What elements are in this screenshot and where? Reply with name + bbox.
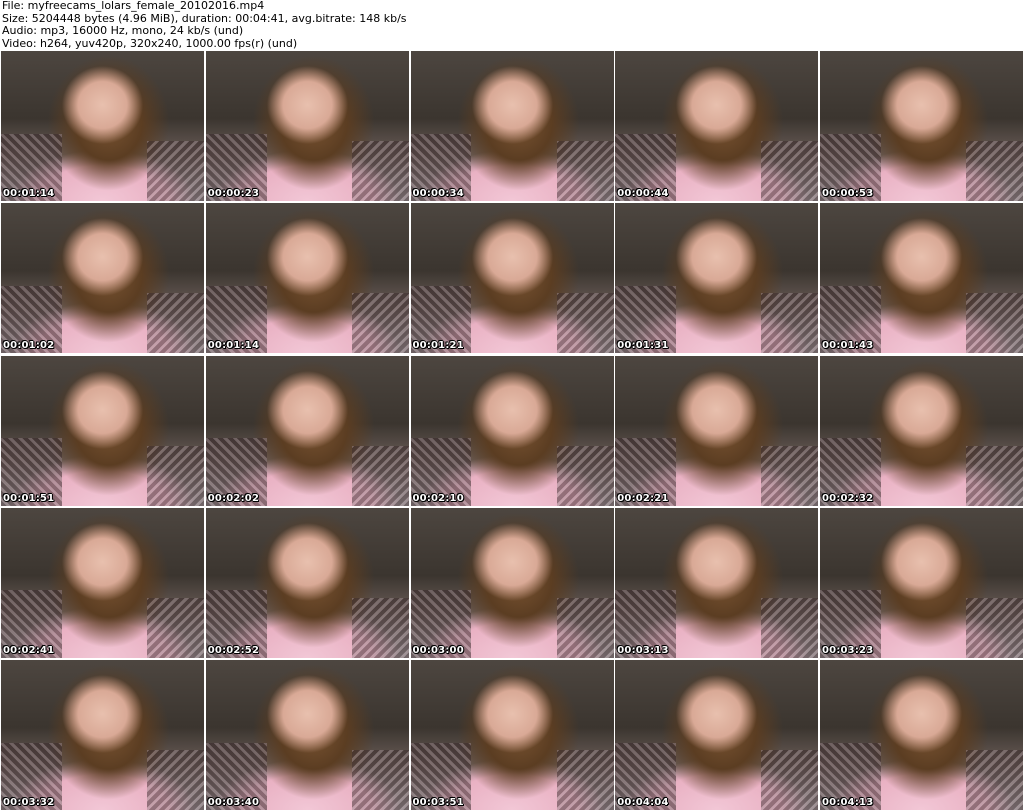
frame-timestamp: 00:00:44 [617,188,669,199]
thumbnail-frame: 00:03:00 [410,507,614,658]
video-info-header: File: myfreecams_lolars_female_20102016.… [2,0,1022,50]
frame-timestamp: 00:00:53 [822,188,874,199]
frame-timestamp: 00:01:43 [822,340,874,352]
video-info-line: Video: h264, yuv420p, 320x240, 1000.00 f… [2,36,298,50]
frame-timestamp: 00:02:10 [412,492,464,504]
thumbnail-frame: 00:01:14 [1,51,204,201]
frame-timestamp: 00:04:04 [617,797,669,808]
thumbnail-frame: 00:03:51 [410,660,614,810]
frame-timestamp: 00:01:14 [207,340,260,352]
frame-timestamp: 00:03:32 [3,797,55,808]
frame-timestamp: 00:01:14 [3,188,55,199]
thumbnail-frame: 00:02:41 [1,507,204,658]
thumbnail-frame: 00:00:44 [615,51,819,201]
thumbnail-frame: 00:02:52 [205,507,409,658]
frame-timestamp: 00:00:34 [412,188,464,199]
audio-info-line: Audio: mp3, 16000 Hz, mono, 24 kb/s (und… [2,24,244,37]
frame-timestamp: 00:00:23 [207,188,260,199]
frame-timestamp: 00:01:02 [3,340,55,352]
frame-timestamp: 00:02:52 [207,644,260,656]
thumbnail-frame: 00:02:02 [205,355,409,506]
thumbnail-frame: 00:03:13 [615,507,819,658]
thumbnail-frame: 00:01:21 [410,203,614,354]
frame-timestamp: 00:01:31 [617,340,669,352]
thumbnail-frame: 00:03:32 [1,660,204,810]
thumbnail-frame: 00:00:34 [410,51,614,201]
thumbnail-frame: 00:00:53 [820,51,1023,201]
frame-timestamp: 00:03:40 [207,797,260,808]
thumbnail-frame: 00:02:10 [410,355,614,506]
thumbnail-frame: 00:01:02 [1,203,204,354]
thumbnail-frame: 00:04:13 [820,660,1023,810]
thumbnail-frame: 00:01:51 [1,355,204,506]
thumbnail-frame: 00:03:23 [820,507,1023,658]
thumbnail-frame: 00:02:21 [615,355,819,506]
thumbnail-frame: 00:00:23 [205,51,409,201]
frame-timestamp: 00:03:23 [822,644,874,656]
thumbnail-frame: 00:04:04 [615,660,819,810]
frame-timestamp: 00:03:51 [412,797,464,808]
frame-timestamp: 00:02:02 [207,492,260,504]
thumbnail-frame: 00:01:31 [615,203,819,354]
thumbnail-frame: 00:01:14 [205,203,409,354]
thumbnail-frame: 00:01:43 [820,203,1023,354]
frame-timestamp: 00:02:21 [617,492,669,504]
thumbnail-frame: 00:03:40 [205,660,409,810]
frame-timestamp: 00:01:21 [412,340,464,352]
file-name-line: File: myfreecams_lolars_female_20102016.… [2,0,265,12]
thumbnail-grid: 00:01:14 00:00:23 00:00:34 00:00:44 00:0… [1,51,1023,810]
frame-timestamp: 00:02:41 [3,644,55,656]
frame-timestamp: 00:04:13 [822,797,874,808]
frame-timestamp: 00:01:51 [3,492,55,504]
frame-timestamp: 00:03:00 [412,644,464,656]
frame-timestamp: 00:02:32 [822,492,874,504]
frame-timestamp: 00:03:13 [617,644,669,656]
thumbnail-frame: 00:02:32 [820,355,1023,506]
